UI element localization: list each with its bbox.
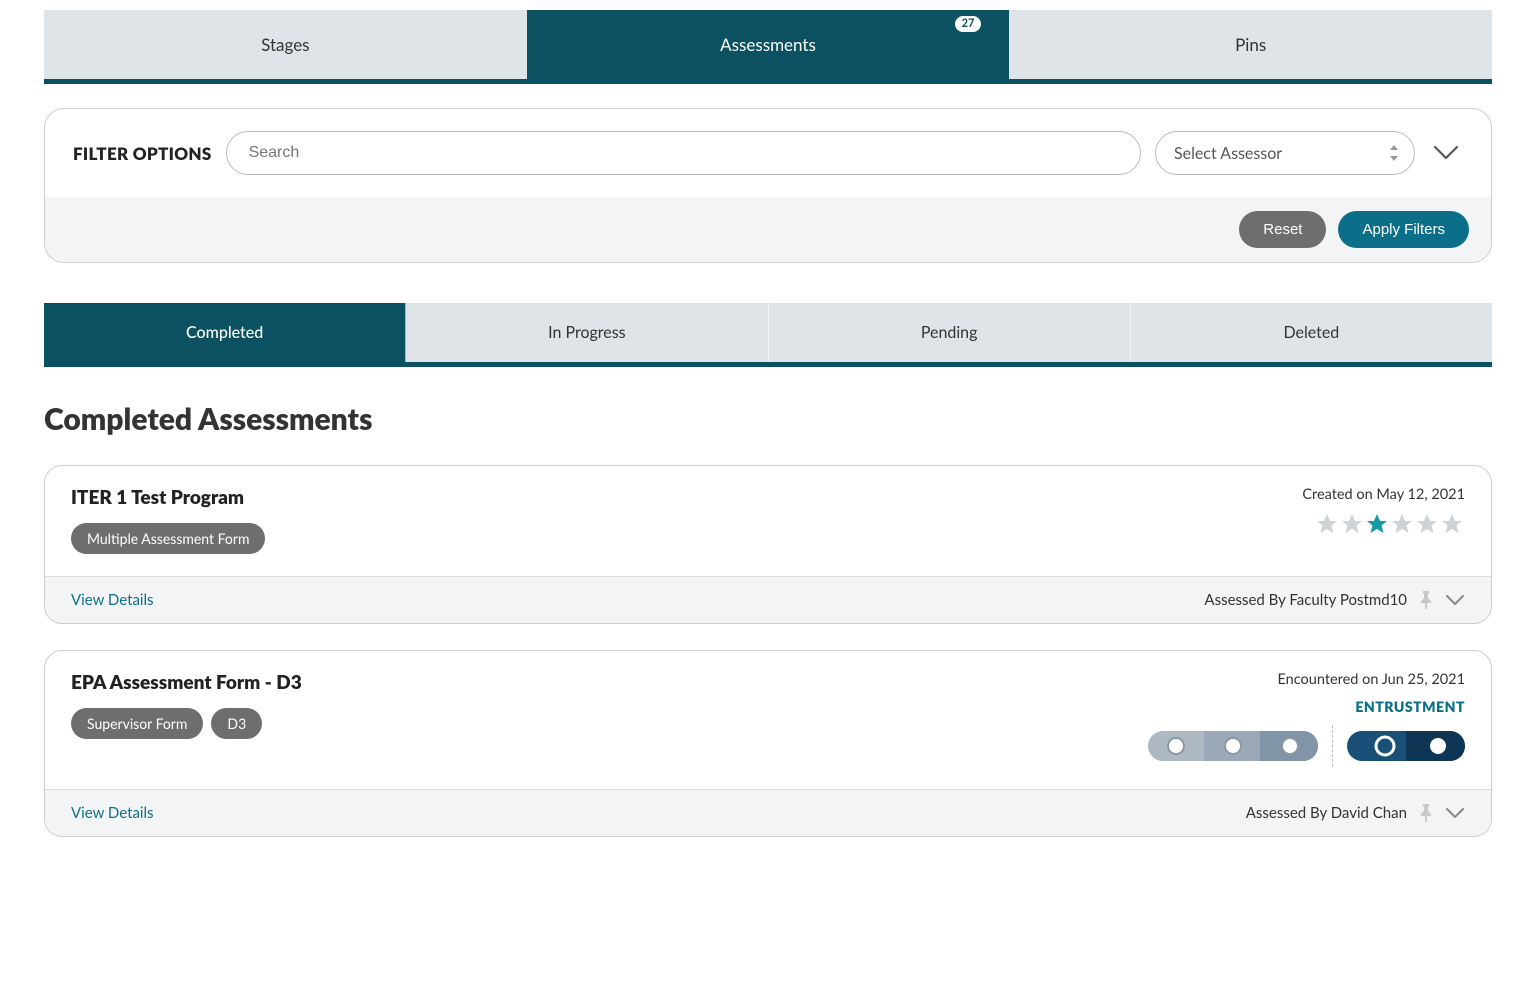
tab-stages-label: Stages [261,34,309,55]
select-sort-icon [1388,145,1400,161]
reset-button[interactable]: Reset [1239,211,1326,248]
assessor-select-label: Select Assessor [1174,144,1282,163]
card-body: ITER 1 Test Program Multiple Assessment … [45,466,1491,576]
filter-actions: Reset Apply Filters [45,197,1491,262]
chevron-down-icon [1445,807,1465,819]
scale-left-icon [1148,731,1318,761]
form-tag: Supervisor Form [71,708,203,739]
tab-pins[interactable]: Pins [1009,10,1492,79]
card-right: Created on May 12, 2021 [1125,486,1465,554]
card-left: EPA Assessment Form - D3 Supervisor Form… [71,671,302,767]
chevron-down-icon [1445,594,1465,606]
scale-right-icon [1347,731,1465,761]
card-title: ITER 1 Test Program [71,486,265,509]
card-footer: View Details Assessed By David Chan [45,789,1491,836]
card-title: EPA Assessment Form - D3 [71,671,302,694]
status-tab-completed-label: Completed [186,323,263,342]
status-tabs: Completed In Progress Pending Deleted [44,303,1492,367]
pin-icon[interactable] [1419,804,1433,822]
entrustment-label: ENTRUSTMENT [1355,698,1465,715]
tab-stages[interactable]: Stages [44,10,527,79]
card-footer: View Details Assessed By Faculty Postmd1… [45,576,1491,623]
view-details-link[interactable]: View Details [71,591,154,609]
filter-row: FILTER OPTIONS Select Assessor [45,109,1491,197]
encountered-meta: Encountered on Jun 25, 2021 [1277,671,1465,688]
status-tab-in-progress-label: In Progress [548,323,626,342]
card-right: Encountered on Jun 25, 2021 ENTRUSTMENT [1125,671,1465,767]
tab-assessments-label: Assessments [720,34,816,55]
entrustment-scale [1148,725,1465,767]
tab-assessments[interactable]: Assessments 27 [527,10,1010,79]
chevron-down-icon [1433,145,1459,161]
assessed-by-text: Assessed By Faculty Postmd10 [1204,591,1407,609]
scale-divider [1332,725,1333,767]
status-tab-deleted[interactable]: Deleted [1131,303,1492,362]
search-input[interactable] [226,131,1141,175]
tab-pins-label: Pins [1235,34,1266,55]
assessment-card: ITER 1 Test Program Multiple Assessment … [44,465,1492,624]
filter-collapse-toggle[interactable] [1429,145,1463,161]
status-tab-in-progress[interactable]: In Progress [406,303,768,362]
card-left: ITER 1 Test Program Multiple Assessment … [71,486,265,554]
filter-panel: FILTER OPTIONS Select Assessor Reset App… [44,108,1492,263]
main-tabs: Stages Assessments 27 Pins [44,10,1492,84]
tag-row: Supervisor Form D3 [71,708,302,739]
tab-assessments-badge: 27 [955,16,982,32]
status-tab-pending[interactable]: Pending [769,303,1131,362]
assessor-select[interactable]: Select Assessor [1155,131,1415,175]
section-heading: Completed Assessments [44,401,1492,437]
tag-row: Multiple Assessment Form [71,523,265,554]
form-tag: D3 [211,708,262,739]
apply-filters-button[interactable]: Apply Filters [1338,211,1469,248]
view-details-link[interactable]: View Details [71,804,154,822]
footer-right: Assessed By Faculty Postmd10 [1204,591,1465,609]
footer-right: Assessed By David Chan [1246,804,1465,822]
assessment-card: EPA Assessment Form - D3 Supervisor Form… [44,650,1492,837]
status-tab-pending-label: Pending [921,323,978,342]
star-rating [1315,513,1465,537]
expand-toggle[interactable] [1445,594,1465,606]
pin-icon[interactable] [1419,591,1433,609]
status-tab-completed[interactable]: Completed [44,303,406,362]
expand-toggle[interactable] [1445,807,1465,819]
created-meta: Created on May 12, 2021 [1302,486,1465,503]
form-tag: Multiple Assessment Form [71,523,265,554]
status-tab-deleted-label: Deleted [1283,323,1339,342]
filter-label: FILTER OPTIONS [73,143,212,164]
assessed-by-text: Assessed By David Chan [1246,804,1407,822]
card-body: EPA Assessment Form - D3 Supervisor Form… [45,651,1491,789]
